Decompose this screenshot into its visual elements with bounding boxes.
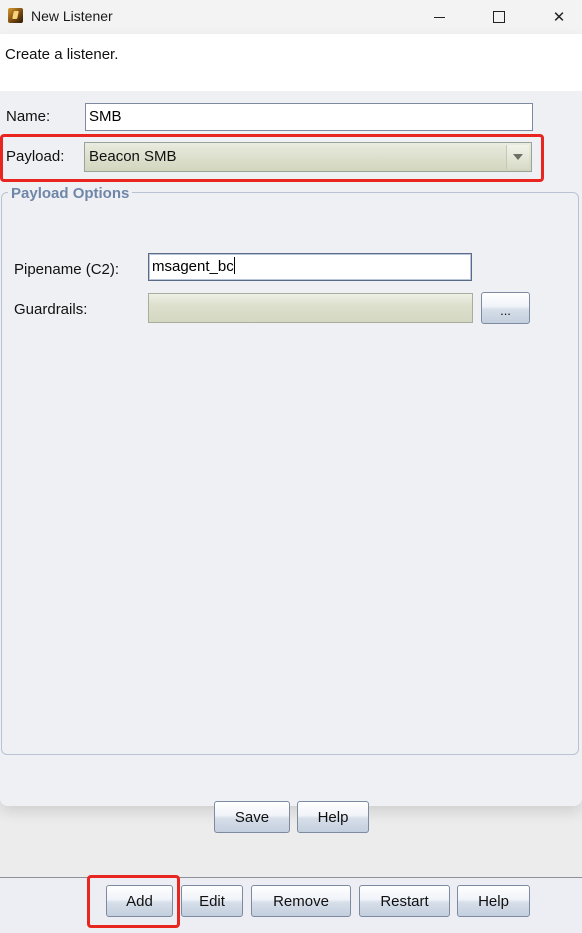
edit-button[interactable]: Edit <box>181 885 243 917</box>
close-icon: ✕ <box>552 8 566 26</box>
description-panel: Create a listener. <box>0 34 582 91</box>
save-button[interactable]: Save <box>214 801 290 833</box>
close-button[interactable]: ✕ <box>536 0 582 34</box>
remove-button[interactable]: Remove <box>251 885 351 917</box>
name-input[interactable]: SMB <box>85 103 533 131</box>
payload-highlight <box>0 134 544 182</box>
pipename-input[interactable]: msagent_bc <box>148 253 472 281</box>
payload-options-legend: Payload Options <box>8 185 133 202</box>
name-label: Name: <box>6 108 51 125</box>
text-cursor <box>233 257 235 274</box>
help-button[interactable]: Help <box>457 885 530 917</box>
form-area: Name: SMB Payload: Beacon SMB Payload Op… <box>0 91 582 833</box>
window-title: New Listener <box>31 8 113 24</box>
title-bar: New Listener ✕ <box>0 0 582 34</box>
app-icon <box>8 8 23 23</box>
minimize-icon <box>433 16 445 18</box>
guardrails-browse-button[interactable]: ... <box>481 292 530 324</box>
new-listener-dialog: Create a listener. Name: SMB Payload: Be… <box>0 34 582 833</box>
add-highlight <box>87 875 180 928</box>
maximize-icon <box>493 11 505 23</box>
guardrails-label: Guardrails: <box>14 301 88 318</box>
minimize-button[interactable] <box>416 0 462 34</box>
guardrails-field[interactable] <box>148 293 473 323</box>
pipename-value: msagent_bc <box>152 258 234 275</box>
dialog-help-button[interactable]: Help <box>297 801 369 833</box>
maximize-button[interactable] <box>476 0 522 34</box>
pipename-label: Pipename (C2): <box>14 261 120 278</box>
dialog-description: Create a listener. <box>5 46 119 63</box>
restart-button[interactable]: Restart <box>359 885 450 917</box>
